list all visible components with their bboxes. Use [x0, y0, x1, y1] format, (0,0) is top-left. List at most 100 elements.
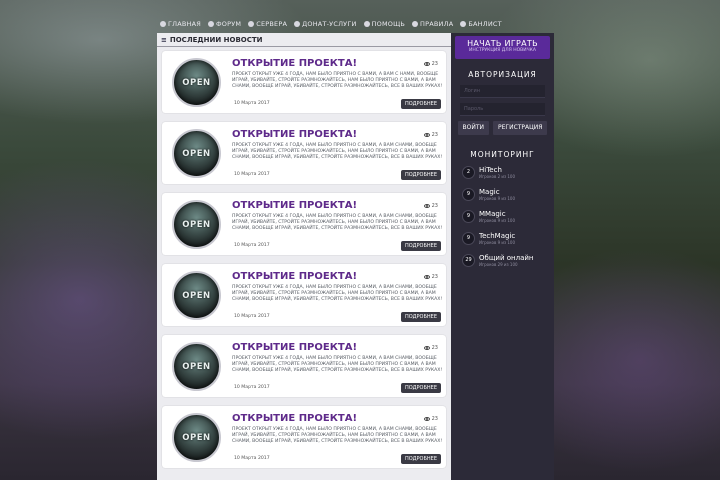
eye-icon — [423, 133, 430, 137]
read-more-button[interactable]: Подробнее — [400, 312, 441, 322]
news-title[interactable]: Открытие проекта! — [232, 58, 357, 69]
news-date: 10 Марта 2017 — [234, 101, 270, 106]
nav-label: Донат-услуги — [302, 20, 357, 28]
views-count: 23 — [431, 345, 438, 351]
server-status-item[interactable]: 29 Общий онлайн Игроков 29 из 100 — [462, 251, 554, 269]
news-card: OPEN Открытие проекта! 23 Проект открыт … — [162, 335, 446, 397]
news-card: OPEN Открытие проекта! 23 Проект открыт … — [162, 264, 446, 326]
password-field[interactable] — [460, 103, 545, 116]
news-card: OPEN Открытие проекта! 23 Проект открыт … — [162, 193, 446, 255]
views-count: 23 — [431, 274, 438, 280]
views-count: 23 — [431, 61, 438, 67]
news-thumbnail[interactable]: OPEN — [172, 200, 221, 249]
server-name: Общий онлайн — [479, 253, 534, 262]
read-more-button[interactable]: Подробнее — [400, 454, 441, 464]
thumbnail-text: OPEN — [182, 148, 211, 159]
online-count-badge: 9 — [462, 187, 475, 201]
news-date: 10 Марта 2017 — [234, 243, 270, 248]
news-excerpt: Проект открыт уже 4 года, нам было прият… — [232, 427, 443, 444]
server-name: TechMagic — [479, 231, 516, 240]
nav-item-help[interactable]: Помощь — [363, 20, 406, 28]
nav-item-home[interactable]: Главная — [160, 20, 201, 28]
news-excerpt: Проект открыт уже 4 года, нам было прият… — [232, 143, 443, 160]
news-excerpt: Проект открыт уже 4 года, нам было прият… — [232, 72, 443, 89]
home-icon — [160, 21, 166, 27]
nav-label: Главная — [168, 20, 202, 28]
server-players: Игроков 9 из 100 — [479, 195, 516, 201]
news-title[interactable]: Открытие проекта! — [232, 413, 357, 424]
nav-item-forum[interactable]: Форум — [208, 20, 241, 28]
news-thumbnail[interactable]: OPEN — [172, 58, 221, 107]
news-card: OPEN Открытие проекта! 23 Проект открыт … — [162, 51, 446, 113]
auth-buttons: Войти Регистрация — [451, 121, 554, 135]
server-status-item[interactable]: 9 TechMagic Игроков 9 из 100 — [462, 229, 554, 247]
nav-label: Правила — [420, 20, 454, 28]
register-button[interactable]: Регистрация — [493, 121, 548, 135]
news-excerpt: Проект открыт уже 4 года, нам было прият… — [232, 356, 443, 373]
eye-icon — [423, 204, 430, 208]
online-count-badge: 29 — [462, 253, 475, 267]
nav-item-donate[interactable]: Донат-услуги — [294, 20, 356, 28]
news-thumbnail[interactable]: OPEN — [172, 342, 221, 391]
news-title[interactable]: Открытие проекта! — [232, 271, 357, 282]
news-excerpt: Проект открыт уже 4 года, нам было прият… — [232, 214, 443, 231]
server-name: HiTech — [479, 165, 502, 174]
news-thumbnail[interactable]: OPEN — [172, 413, 221, 462]
views-count: 23 — [431, 132, 438, 138]
top-navigation: Главная Форум Сервера Донат-услуги Помощ… — [160, 17, 502, 31]
news-title[interactable]: Открытие проекта! — [232, 129, 357, 140]
nav-label: Форум — [216, 20, 242, 28]
read-more-button[interactable]: Подробнее — [400, 241, 441, 251]
sidebar: Начать играть Инструкция для новичка Авт… — [451, 33, 554, 480]
nav-label: Сервера — [256, 20, 288, 28]
news-card: OPEN Открытие проекта! 23 Проект открыт … — [162, 406, 446, 468]
news-title[interactable]: Открытие проекта! — [232, 200, 357, 211]
list-marker-icon: ≡ — [161, 35, 167, 44]
read-more-button[interactable]: Подробнее — [400, 99, 441, 109]
server-name: Magic — [479, 187, 500, 196]
views-count: 23 — [431, 416, 438, 422]
server-name: MMagic — [479, 209, 506, 218]
rules-icon — [412, 21, 419, 27]
banlist-icon — [460, 21, 467, 27]
views-counter: 23 — [423, 203, 438, 209]
start-playing-button[interactable]: Начать играть Инструкция для новичка — [455, 36, 550, 59]
views-counter: 23 — [423, 274, 438, 280]
thumbnail-text: OPEN — [182, 290, 211, 301]
nav-item-rules[interactable]: Правила — [412, 20, 453, 28]
views-counter: 23 — [423, 416, 438, 422]
news-date: 10 Марта 2017 — [234, 385, 270, 390]
thumbnail-text: OPEN — [182, 219, 211, 230]
online-count-badge: 9 — [462, 209, 475, 223]
login-field[interactable] — [460, 85, 545, 98]
news-thumbnail[interactable]: OPEN — [172, 129, 221, 178]
eye-icon — [423, 417, 430, 421]
read-more-button[interactable]: Подробнее — [400, 383, 441, 393]
server-players: Игроков 29 из 100 — [479, 261, 518, 267]
server-players: Игроков 2 из 100 — [479, 173, 516, 179]
online-count-badge: 2 — [462, 165, 475, 179]
start-playing-sublabel: Инструкция для новичка — [469, 48, 536, 53]
login-button[interactable]: Войти — [457, 121, 490, 135]
thumbnail-text: OPEN — [182, 361, 211, 372]
server-status-item[interactable]: 9 MMagic Игроков 9 из 100 — [462, 207, 554, 225]
news-section-title: Последнии новости — [169, 35, 263, 44]
server-status-item[interactable]: 9 Magic Игроков 9 из 100 — [462, 185, 554, 203]
server-players: Игроков 9 из 100 — [479, 217, 516, 223]
auth-heading: Авторизация — [468, 70, 537, 79]
server-players: Игроков 9 из 100 — [479, 239, 516, 245]
news-section-header: ≡ Последнии новости — [157, 33, 451, 47]
nav-item-banlist[interactable]: Банлист — [460, 20, 502, 28]
donate-icon — [294, 21, 301, 27]
online-count-badge: 9 — [462, 231, 475, 245]
news-column: ≡ Последнии новости OPEN Открытие проект… — [157, 33, 451, 480]
news-thumbnail[interactable]: OPEN — [172, 271, 221, 320]
start-playing-label: Начать играть — [467, 39, 538, 48]
views-count: 23 — [431, 203, 438, 209]
news-title[interactable]: Открытие проекта! — [232, 342, 357, 353]
read-more-button[interactable]: Подробнее — [400, 170, 441, 180]
server-status-item[interactable]: 2 HiTech Игроков 2 из 100 — [462, 163, 554, 181]
monitoring-heading: Мониторинг — [470, 150, 535, 159]
eye-icon — [423, 62, 430, 66]
nav-item-servers[interactable]: Сервера — [248, 20, 287, 28]
